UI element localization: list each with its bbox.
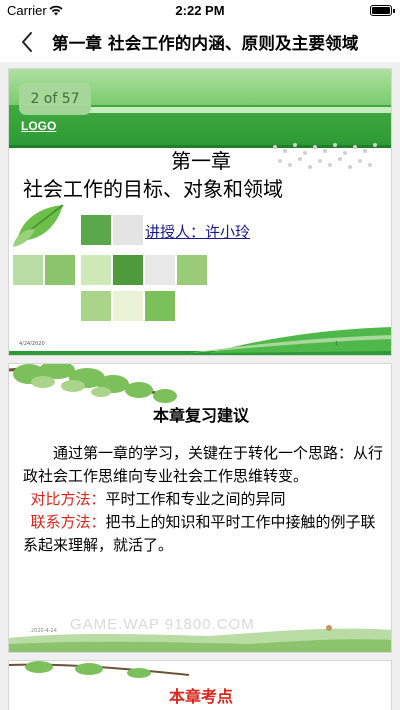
slide-card-1[interactable]: 2 of 57 LOGO 第一章 社会工作的目标、对象和领域 讲授人：许小玲 4… <box>8 68 392 356</box>
navigation-bar: 第一章 社会工作的内涵、原则及主要领域 <box>0 22 400 62</box>
status-bar: Carrier 2:22 PM <box>0 0 400 22</box>
leaf-illustration <box>13 204 64 247</box>
battery-icon <box>370 5 395 16</box>
link-label: 联系方法： <box>30 513 106 531</box>
slide-title-line-1: 第一章 <box>171 149 231 173</box>
compare-text: 平时工作和专业之间的异同 <box>105 490 286 508</box>
slide-footer-wave <box>9 327 391 355</box>
slide-compare-line: 对比方法：平时工作和专业之间的异同 <box>23 488 383 511</box>
photo-tile <box>145 291 175 321</box>
photo-tile <box>145 255 175 285</box>
photo-tile <box>81 255 111 285</box>
slide-header-stripe <box>89 107 391 113</box>
logo-text: LOGO <box>21 119 57 133</box>
photo-tile <box>81 215 111 245</box>
slide-body: 通过第一章的学习，关键在于转化一个思路：从行政社会工作思维向专业社会工作思维转变… <box>23 442 383 557</box>
slide-card-2[interactable]: 本章复习建议 通过第一章的学习，关键在于转化一个思路：从行政社会工作思维向专业社… <box>8 363 392 653</box>
clock: 2:22 PM <box>175 3 225 18</box>
slide-footer-date: 4/24/2020 <box>19 341 45 347</box>
photo-tile <box>113 215 143 245</box>
photo-tile <box>113 255 143 285</box>
slide-heading: 本章考点 <box>168 687 233 706</box>
slide-link-line: 联系方法：把书上的知识和平时工作中接触的例子联系起来理解，就活了。 <box>23 511 383 557</box>
slide-title-line-2: 社会工作的目标、对象和领域 <box>23 177 283 201</box>
back-chevron-icon[interactable] <box>14 28 42 56</box>
lecturer-name: 讲授人：许小玲 <box>145 223 251 241</box>
slide-footer-date: 2020-4-24 <box>31 628 57 634</box>
slide-heading: 本章复习建议 <box>152 406 249 425</box>
slide-footer-page-number: 1 <box>335 341 339 347</box>
page-counter-badge: 2 of 57 <box>19 83 91 115</box>
slide-list[interactable]: 2 of 57 LOGO 第一章 社会工作的目标、对象和领域 讲授人：许小玲 4… <box>0 62 400 710</box>
photo-tile <box>177 255 207 285</box>
slide-paragraph: 通过第一章的学习，关键在于转化一个思路：从行政社会工作思维向专业社会工作思维转变… <box>23 444 384 485</box>
battery-fill <box>372 7 390 14</box>
tree-branch-illustration <box>9 661 189 678</box>
watermark: GAME.WAP 91800.COM <box>70 616 255 633</box>
page-title: 第一章 社会工作的内涵、原则及主要领域 <box>52 34 359 53</box>
compare-label: 对比方法： <box>30 490 106 508</box>
photo-tile <box>45 255 75 285</box>
photo-tile <box>81 291 111 321</box>
photo-tile <box>113 291 143 321</box>
slide-card-3[interactable]: 本章考点 <box>8 660 392 710</box>
photo-tile <box>13 255 43 285</box>
